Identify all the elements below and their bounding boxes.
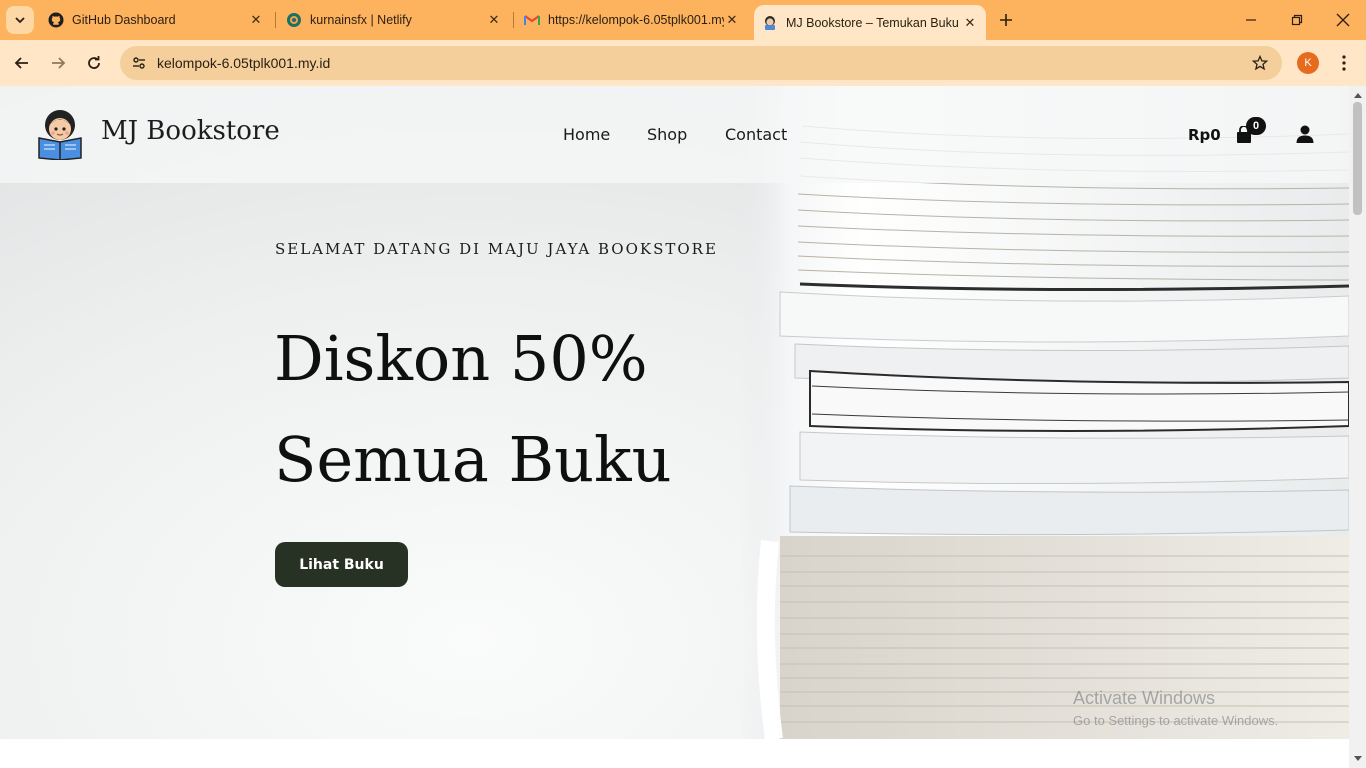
- close-window-button[interactable]: [1320, 0, 1366, 40]
- hero-headline: Diskon 50% Semua Buku: [274, 308, 672, 510]
- close-tab-icon[interactable]: ✕: [962, 15, 978, 31]
- gmail-icon: [524, 12, 540, 28]
- tab-title: MJ Bookstore – Temukan Buku: [786, 15, 959, 30]
- activate-windows-watermark: Activate Windows Go to Settings to activ…: [1073, 688, 1278, 728]
- tab-gmail-link[interactable]: https://kelompok-6.05tplk001.my.id ✕: [516, 5, 748, 35]
- cart-count-badge: 0: [1246, 117, 1266, 135]
- tab-strip: GitHub Dashboard ✕ kurnainsfx | Netlify …: [0, 0, 1366, 40]
- nav-contact[interactable]: Contact: [725, 125, 787, 144]
- tab-separator: [513, 12, 514, 28]
- url-text: kelompok-6.05tplk001.my.id: [157, 55, 331, 71]
- chevron-down-icon: [15, 17, 25, 24]
- tab-separator: [275, 12, 276, 28]
- site-brand[interactable]: MJ Bookstore: [101, 116, 280, 146]
- hero-eyebrow: SELAMAT DATANG DI MAJU JAYA BOOKSTORE: [275, 240, 718, 258]
- watermark-title: Activate Windows: [1073, 688, 1216, 708]
- arrow-right-icon: [52, 57, 66, 69]
- restore-icon: [1291, 14, 1303, 26]
- minimize-icon: [1246, 19, 1256, 21]
- reload-icon: [88, 56, 100, 69]
- close-icon: [1336, 13, 1350, 27]
- site-info-icon[interactable]: [128, 52, 150, 74]
- minimize-button[interactable]: [1228, 0, 1274, 40]
- page-content-below-hero: [0, 739, 1349, 768]
- new-tab-button[interactable]: [994, 8, 1018, 32]
- netlify-icon: [286, 12, 302, 28]
- browser-toolbar: kelompok-6.05tplk001.my.id: [0, 40, 1366, 86]
- restore-button[interactable]: [1274, 0, 1320, 40]
- github-icon: [48, 12, 64, 28]
- nav-shop[interactable]: Shop: [647, 125, 687, 144]
- hero-headline-line1: Diskon 50%: [274, 322, 648, 395]
- watermark-subtitle: Go to Settings to activate Windows.: [1073, 713, 1279, 728]
- close-tab-icon[interactable]: ✕: [248, 12, 264, 28]
- site-header: MJ Bookstore Home Shop Contact Rp0 0: [0, 86, 1349, 183]
- tab-title: kurnainsfx | Netlify: [310, 13, 412, 27]
- scroll-down-arrow-icon[interactable]: [1349, 752, 1366, 766]
- close-tab-icon[interactable]: ✕: [486, 12, 502, 28]
- user-account-icon[interactable]: [1295, 124, 1315, 144]
- tab-mj-bookstore[interactable]: MJ Bookstore – Temukan Buku ✕: [754, 5, 986, 40]
- scroll-up-arrow-icon[interactable]: [1349, 88, 1366, 102]
- back-button[interactable]: [7, 48, 37, 78]
- browser-menu-icon[interactable]: [1334, 51, 1354, 75]
- tab-netlify[interactable]: kurnainsfx | Netlify ✕: [278, 5, 510, 35]
- tab-title: https://kelompok-6.05tplk001.my.id: [548, 13, 724, 27]
- cart-total[interactable]: Rp0: [1188, 126, 1221, 144]
- tab-search-button[interactable]: [6, 6, 34, 34]
- tab-github-dashboard[interactable]: GitHub Dashboard ✕: [40, 5, 272, 35]
- address-bar[interactable]: kelompok-6.05tplk001.my.id: [120, 46, 1282, 80]
- forward-button[interactable]: [43, 48, 73, 78]
- page-viewport: MJ Bookstore Home Shop Contact Rp0 0 SEL…: [0, 86, 1349, 768]
- reload-button[interactable]: [79, 48, 109, 78]
- tab-title: GitHub Dashboard: [72, 13, 176, 27]
- hero-books-image: [740, 86, 1349, 739]
- arrow-left-icon: [14, 57, 28, 69]
- mj-bookstore-logo[interactable]: [36, 108, 84, 160]
- mj-bookstore-favicon: [762, 15, 778, 31]
- page-scrollbar[interactable]: [1349, 86, 1366, 768]
- hero-headline-line2: Semua Buku: [274, 423, 672, 496]
- scroll-thumb[interactable]: [1353, 102, 1362, 215]
- close-tab-icon[interactable]: ✕: [724, 12, 740, 28]
- bookmark-star-icon[interactable]: [1250, 53, 1270, 73]
- view-books-button[interactable]: Lihat Buku: [275, 542, 408, 587]
- profile-avatar[interactable]: K: [1297, 52, 1319, 74]
- nav-home[interactable]: Home: [563, 125, 610, 144]
- plus-icon: [1000, 14, 1012, 26]
